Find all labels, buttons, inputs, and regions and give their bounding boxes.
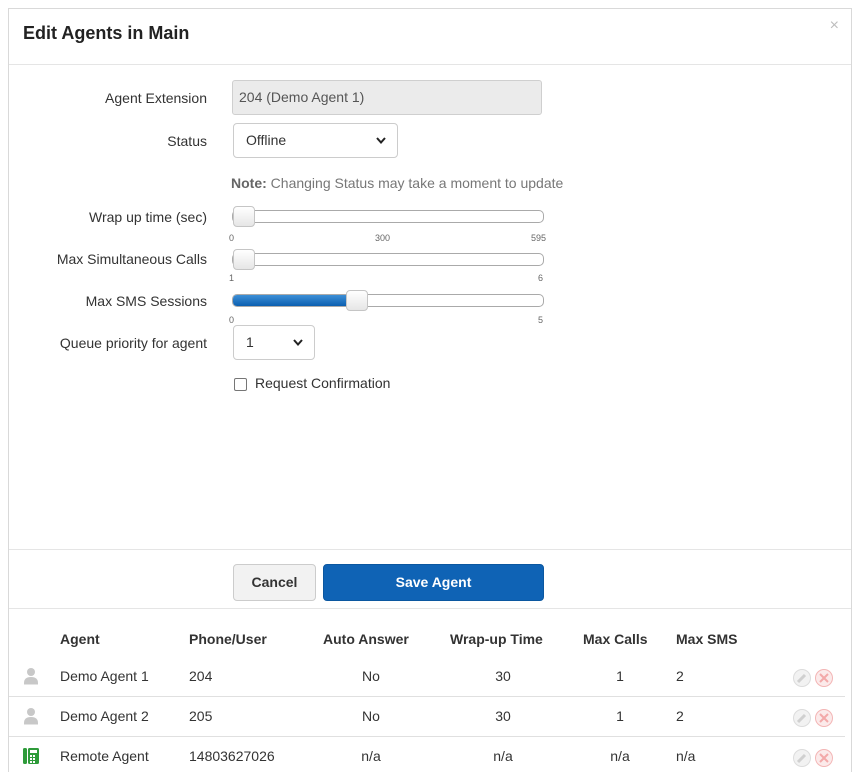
max-sms-tick-min: 0 [229, 315, 235, 325]
save-agent-button[interactable]: Save Agent [323, 564, 544, 601]
cell-max-calls: n/a [610, 748, 630, 764]
col-header-phone: Phone/User [189, 631, 267, 647]
cell-max-sms: 2 [676, 668, 684, 684]
wrapup-slider-handle[interactable] [233, 206, 255, 227]
note-text: Changing Status may take a moment to upd… [266, 175, 564, 191]
chevron-down-icon [375, 124, 387, 170]
request-confirmation-label[interactable]: Request Confirmation [255, 375, 390, 391]
wrapup-tick-max: 595 [531, 233, 547, 243]
col-header-wrapup: Wrap-up Time [450, 631, 543, 647]
wrapup-tick-min: 0 [229, 233, 235, 243]
cell-wrapup: n/a [493, 748, 513, 764]
cell-auto-answer: n/a [361, 748, 381, 764]
edit-icon [793, 709, 811, 727]
cell-max-calls: 1 [616, 668, 624, 684]
row-actions [792, 748, 840, 768]
chevron-down-icon [292, 326, 304, 372]
col-header-max-calls: Max Calls [583, 631, 648, 647]
cell-max-sms: n/a [676, 748, 696, 764]
request-confirmation-checkbox[interactable] [234, 378, 247, 391]
footer-divider [9, 549, 851, 550]
max-sms-label: Max SMS Sessions [85, 293, 207, 309]
cell-phone: 204 [189, 668, 213, 684]
table-divider [9, 608, 851, 609]
row-actions [792, 708, 840, 728]
max-calls-tick-min: 1 [229, 273, 235, 283]
max-sms-slider-range [233, 295, 357, 306]
dialog-header: Edit Agents in Main × [9, 9, 851, 65]
close-icon[interactable]: × [830, 17, 839, 35]
wrapup-slider[interactable] [232, 206, 544, 227]
cell-agent: Demo Agent 2 [60, 708, 149, 724]
queue-priority-value: 1 [246, 334, 254, 350]
wrapup-tick-mid: 300 [375, 233, 391, 243]
table-row: Demo Agent 2 205 No 30 1 2 [9, 697, 845, 737]
user-icon [23, 667, 39, 685]
max-calls-label: Max Simultaneous Calls [56, 251, 207, 267]
max-sms-slider-handle[interactable] [346, 290, 368, 311]
cell-agent: Remote Agent [60, 748, 149, 764]
delete-icon [815, 669, 833, 687]
dialog-title: Edit Agents in Main [23, 23, 190, 43]
status-select-value: Offline [246, 132, 287, 148]
wrapup-label: Wrap up time (sec) [89, 209, 207, 225]
cell-wrapup: 30 [495, 668, 511, 684]
cell-auto-answer: No [362, 708, 380, 724]
edit-agents-dialog: Edit Agents in Main × Agent Extension 20… [8, 8, 852, 772]
status-note: Note: Changing Status may take a moment … [231, 175, 563, 191]
queue-priority-select[interactable]: 1 [233, 325, 315, 360]
cell-max-sms: 2 [676, 708, 684, 724]
status-select[interactable]: Offline [233, 123, 398, 158]
col-header-max-sms: Max SMS [676, 631, 738, 647]
cell-max-calls: 1 [616, 708, 624, 724]
max-calls-tick-max: 6 [538, 273, 544, 283]
queue-priority-label: Queue priority for agent [59, 335, 207, 351]
max-calls-slider[interactable] [232, 249, 544, 270]
cell-phone: 14803627026 [189, 748, 275, 764]
col-header-agent: Agent [60, 631, 100, 647]
col-header-auto-answer: Auto Answer [323, 631, 409, 647]
delete-icon [815, 749, 833, 767]
cell-agent: Demo Agent 1 [60, 668, 149, 684]
table-row: Remote Agent 14803627026 n/a n/a n/a n/a [9, 737, 845, 777]
cell-phone: 205 [189, 708, 213, 724]
cell-auto-answer: No [362, 668, 380, 684]
note-bold: Note: [231, 175, 267, 191]
cancel-button[interactable]: Cancel [233, 564, 316, 601]
user-icon [23, 707, 39, 725]
cell-wrapup: 30 [495, 708, 511, 724]
row-actions [792, 668, 840, 688]
max-sms-slider[interactable] [232, 290, 544, 311]
phone-icon [23, 747, 39, 765]
agent-extension-label: Agent Extension [105, 90, 207, 106]
edit-icon [793, 749, 811, 767]
delete-icon [815, 709, 833, 727]
table-row: Demo Agent 1 204 No 30 1 2 [9, 657, 845, 697]
edit-icon [793, 669, 811, 687]
agent-extension-field: 204 (Demo Agent 1) [232, 80, 542, 115]
status-label: Status [167, 133, 207, 149]
max-calls-slider-handle[interactable] [233, 249, 255, 270]
max-sms-tick-max: 5 [538, 315, 544, 325]
